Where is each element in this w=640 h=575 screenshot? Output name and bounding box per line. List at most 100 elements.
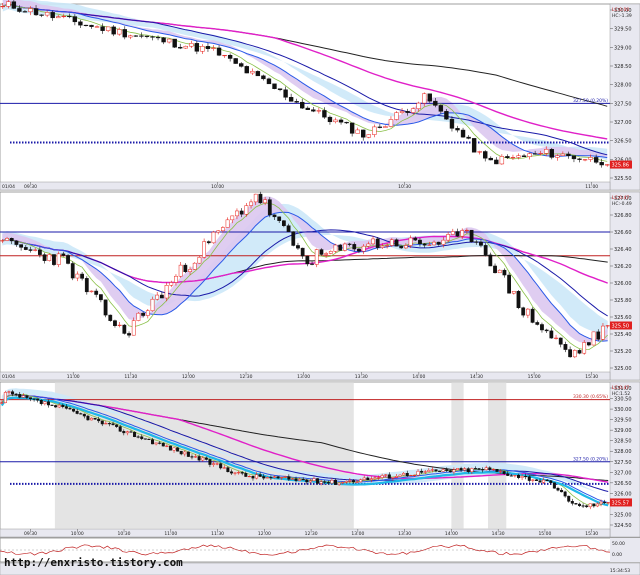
panel-2-candle-body [103,299,108,316]
panel-2-candle-body [56,253,61,265]
panel-3-candle-body [333,479,338,485]
panel-1-candle-body [422,93,427,104]
panel-2-candle-body [220,227,225,232]
panel-2-candle-body [563,344,568,350]
panel-3-candle-body [176,447,180,452]
panel-1-candle-body [122,29,127,38]
panel-2-price-tick-label: 325.60 [614,315,632,321]
panel-2-time-tick-label: 13:00 [297,374,310,380]
panel-2-candle-body [23,247,28,250]
panel-2-price-tick-label: 325.20 [614,349,632,355]
panel-3-candle-body [430,469,434,471]
panel-3: 331.00330.50330.00329.50329.00328.50328.… [0,381,640,538]
panel-2-candle-body [460,230,465,237]
panel-1-candle-body [11,1,17,9]
panel-2-candle-body [258,193,263,204]
panel-3-candle-body [308,480,312,483]
panel-1-candle-body [100,26,105,31]
panel-1-header-line: HC:-1.39 [612,13,632,19]
panel-1-candle-body [333,119,338,123]
chart-window: 330.00 329.50 329.00 328.50 328.00 327.50 327.… [0,0,640,575]
panel-1-candle-body [161,37,166,43]
panel-2-candle-body [455,231,460,237]
panel-1-candle-body [0,6,5,8]
panel-3-candle-body [513,474,517,477]
panel-3-time-tick-label: 13:00 [351,531,364,537]
panel-2-candle-body [281,220,286,226]
panel-3-candle-body [581,505,585,507]
panel-2-candle-body [422,243,427,246]
panel-2-candle-body [155,294,160,300]
panel-2-candle-body [113,320,117,326]
panel-2-candle-body [225,219,230,228]
panel-3-candle-body [283,476,287,478]
panel-3-time-tick-label: 10:00 [71,531,84,537]
panel-2-candle-body [253,193,258,203]
panel-1-candle-body [155,37,161,39]
panel-2-candle-body [75,273,80,279]
panel-2-candle-body [530,308,535,323]
panel-2-candle-body [98,294,103,301]
panel-1-level-label: 327.50 (0.20%) [573,98,608,104]
panel-3-time-tick-label: 15:00 [538,531,551,537]
panel-1-candle-body [56,16,61,19]
panel-2-price-tick-label: 326.80 [614,213,632,219]
panel-1-candle-body [244,66,249,74]
panel-3-candle-body [552,482,556,489]
panel-1-candle-body [588,157,593,160]
panel-3-candle-body [158,442,162,444]
panel-1-candle-body [78,21,83,26]
panel-2-candle-body [319,249,324,255]
panel-3-candle-body [524,476,528,478]
panel-3-candle-body [506,473,510,476]
panel-2-candle-body [296,245,300,249]
panel-2-candle-body [230,215,235,221]
panel-1-candle-body [272,83,277,89]
panel-3-candle-body [11,391,15,395]
panel-2-candle-body [122,324,127,334]
panel-3-price-tick-label: 329.50 [614,418,632,424]
panel-3-price-tick-label: 329.00 [614,428,632,434]
panel-1-candle-body [150,36,155,38]
panel-3-candle-body [301,479,305,481]
panel-3-time-tick-label: 14:00 [445,531,458,537]
panel-3-candle-body [190,456,194,458]
panel-3-candle-body [136,436,140,438]
panel-2-candle-body [19,244,24,248]
panel-2-candle-body [0,240,5,242]
panel-1-candle-body [427,93,432,102]
panel-2-candle-body [310,263,314,265]
panel-1-candle-body [460,129,466,138]
panel-3-candle-body [46,401,50,406]
panel-3-candle-body [534,479,538,481]
panel-1-candle-body [560,153,566,156]
panel-3-candle-body [111,423,115,426]
panel-3-candle-body [362,477,366,480]
panel-1-candle-body [388,119,394,127]
panel-2-candle-body [47,254,52,261]
panel-3-candle-body [237,472,241,474]
panel-3-candle-body [61,404,65,407]
panel-3-candle-body [599,501,603,505]
panel-3-candle-body [387,474,391,479]
panel-2-time-tick-label: 13:30 [355,374,368,380]
panel-2-candle-body [525,308,530,316]
panel-3-candle-body [402,473,406,476]
panel-2-candle-body [544,329,549,332]
panel-2-time-tick-label: 11:30 [124,374,137,380]
panel-2-price-tick-label: 326.60 [614,230,632,236]
panel-3-candle-body [287,476,291,480]
panel-2-candle-body [239,210,244,215]
panel-3-candle-body [54,405,58,408]
panel-2-candle-body [33,249,38,251]
panel-3-time-tick-label: 15:30 [585,531,598,537]
panel-3-candle-body [36,398,40,401]
panel-2-candle-body [9,238,14,242]
panel-1-candle-body [377,126,383,128]
panel-3-candle-body [79,413,83,415]
panel-2-candle-body [469,229,474,243]
panel-2-candle-body [366,243,371,247]
panel-2-candle-body [483,245,488,256]
panel-3-price-tick-label: 328.50 [614,439,632,445]
panel-2-candle-body [14,240,19,245]
